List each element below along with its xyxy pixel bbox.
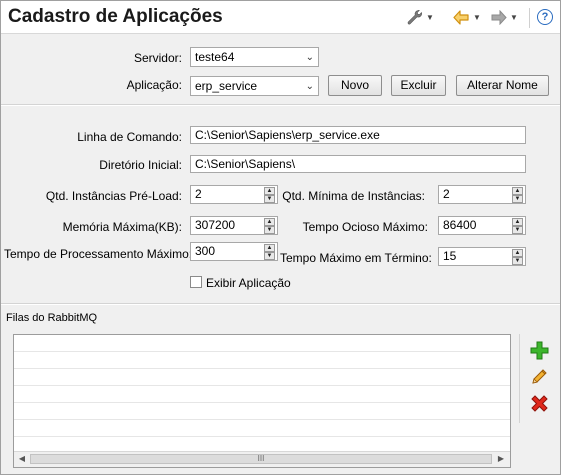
spin-down-button[interactable]: ▼ [264, 226, 275, 234]
spin-up-button[interactable]: ▲ [512, 187, 523, 195]
rabbitmq-section-label: Filas do RabbitMQ [6, 312, 98, 324]
qtd-instancias-preload-value: 2 [195, 187, 202, 201]
spin-down-button[interactable]: ▼ [264, 252, 275, 260]
exibir-aplicacao-label: Exibir Aplicação [206, 276, 291, 290]
chevron-down-icon: ▼ [510, 12, 518, 22]
qtd-minima-instancias-label: Qtd. Mínima de Instâncias: [282, 189, 425, 203]
spin-buttons: ▲ ▼ [512, 218, 523, 234]
title-bar: Cadastro de Aplicações ▼ ▼ ▼ ? [1, 1, 560, 34]
alterar-nome-button[interactable]: Alterar Nome [456, 75, 549, 96]
section-divider-highlight [1, 105, 560, 106]
scroll-left-icon[interactable]: ◀ [15, 453, 29, 465]
linha-comando-input[interactable]: C:\Senior\Sapiens\erp_service.exe [190, 126, 526, 144]
exibir-aplicacao-checkbox[interactable] [190, 276, 202, 288]
rabbitmq-queue-grid[interactable]: ◀ III ▶ [13, 334, 511, 468]
servidor-label: Servidor: [133, 51, 182, 65]
horizontal-scrollbar[interactable]: ◀ III ▶ [14, 451, 510, 467]
spin-buttons: ▲ ▼ [512, 249, 523, 265]
qtd-minima-instancias-value: 2 [443, 187, 450, 201]
spin-down-button[interactable]: ▼ [512, 257, 523, 265]
scroll-right-icon[interactable]: ▶ [494, 453, 508, 465]
section-divider-highlight [1, 304, 560, 305]
forward-menu-button[interactable]: ▼ [490, 9, 518, 25]
chevron-down-icon: ▼ [426, 12, 434, 22]
servidor-select[interactable]: teste64 ⌄ [190, 47, 319, 67]
queue-actions-panel [519, 334, 558, 423]
tempo-ocioso-maximo-stepper[interactable]: 86400 ▲ ▼ [438, 216, 526, 235]
back-menu-button[interactable]: ▼ [453, 9, 481, 25]
pencil-icon[interactable] [530, 367, 549, 386]
linha-comando-label: Linha de Comando: [77, 130, 182, 144]
memoria-maxima-value: 307200 [195, 218, 236, 232]
tempo-ocioso-maximo-value: 86400 [443, 218, 477, 232]
diretorio-inicial-input[interactable]: C:\Senior\Sapiens\ [190, 155, 526, 173]
tempo-processamento-maximo-stepper[interactable]: 300 ▲ ▼ [190, 242, 278, 261]
wrench-icon [407, 9, 422, 25]
grid-row-line [14, 436, 510, 437]
spin-up-button[interactable]: ▲ [264, 218, 275, 226]
spin-down-button[interactable]: ▼ [512, 195, 523, 203]
diretorio-inicial-label: Diretório Inicial: [99, 158, 182, 172]
spin-buttons: ▲ ▼ [512, 187, 523, 203]
spin-up-button[interactable]: ▲ [264, 187, 275, 195]
excluir-button[interactable]: Excluir [391, 75, 446, 96]
novo-button[interactable]: Novo [328, 75, 382, 96]
grid-row-line [14, 368, 510, 369]
spin-buttons: ▲ ▼ [264, 187, 275, 203]
aplicacao-label: Aplicação: [126, 78, 182, 92]
tempo-maximo-termino-stepper[interactable]: 15 ▲ ▼ [438, 247, 526, 266]
qtd-instancias-preload-stepper[interactable]: 2 ▲ ▼ [190, 185, 278, 204]
tempo-processamento-maximo-value: 300 [195, 244, 216, 258]
arrow-right-icon [491, 9, 507, 25]
chevron-down-icon: ▼ [473, 12, 481, 22]
spin-up-button[interactable]: ▲ [512, 218, 523, 226]
spin-down-button[interactable]: ▼ [512, 226, 523, 234]
qtd-instancias-preload-label: Qtd. Instâncias Pré-Load: [45, 189, 182, 203]
servidor-value: teste64 [195, 50, 235, 64]
help-button[interactable]: ? [537, 9, 553, 25]
red-x-icon[interactable] [530, 394, 549, 413]
grid-row-line [14, 419, 510, 420]
scroll-thumb[interactable]: III [30, 454, 492, 464]
window-title: Cadastro de Aplicações [8, 6, 223, 27]
spin-buttons: ▲ ▼ [264, 244, 275, 260]
tempo-maximo-termino-label: Tempo Máximo em Término: [280, 251, 432, 265]
toolbar-separator [529, 8, 530, 28]
tempo-processamento-maximo-label: Tempo de Processamento Máximo: [4, 247, 193, 261]
memoria-maxima-stepper[interactable]: 307200 ▲ ▼ [190, 216, 278, 235]
aplicacao-select[interactable]: erp_service ⌄ [190, 76, 319, 96]
tools-menu-button[interactable]: ▼ [406, 9, 434, 25]
tempo-maximo-termino-value: 15 [443, 249, 457, 263]
qtd-minima-instancias-stepper[interactable]: 2 ▲ ▼ [438, 185, 526, 204]
memoria-maxima-label: Memória Máxima(KB): [62, 220, 182, 234]
spin-down-button[interactable]: ▼ [264, 195, 275, 203]
spin-up-button[interactable]: ▲ [512, 249, 523, 257]
plus-icon[interactable] [530, 341, 549, 360]
grid-row-line [14, 402, 510, 403]
spin-buttons: ▲ ▼ [264, 218, 275, 234]
spin-up-button[interactable]: ▲ [264, 244, 275, 252]
grid-row-line [14, 385, 510, 386]
chevron-down-icon: ⌄ [305, 52, 314, 63]
aplicacao-value: erp_service [195, 79, 258, 93]
chevron-down-icon: ⌄ [305, 81, 314, 92]
grid-row-line [14, 351, 510, 352]
arrow-left-icon [453, 9, 469, 25]
tempo-ocioso-maximo-label: Tempo Ocioso Máximo: [302, 220, 428, 234]
